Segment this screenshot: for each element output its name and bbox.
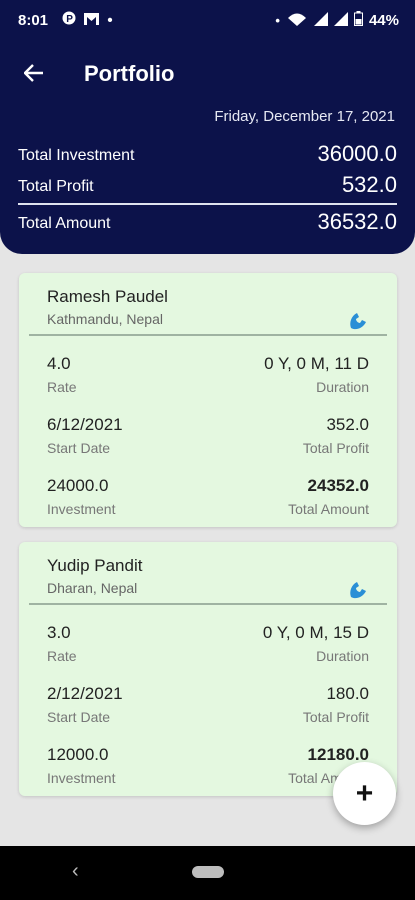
start-date-label: Start Date (47, 440, 111, 456)
system-icons: • 44% (275, 11, 399, 30)
duration-cell: 0 Y, 0 M, 11 D Duration (264, 354, 369, 395)
total-amount-label: Total Amount (18, 215, 111, 232)
investment-label: Investment (47, 770, 116, 786)
top-app-bar: Portfolio (0, 55, 415, 95)
investment-card[interactable]: Ramesh Paudel Kathmandu, Nepal 4.0 Rate … (19, 273, 397, 527)
page-title: Portfolio (84, 61, 175, 86)
nav-home-button[interactable] (192, 866, 224, 878)
rate-label: Rate (47, 379, 77, 395)
start-date-cell: 2/12/2021 Start Date (47, 684, 123, 725)
start-date-cell: 6/12/2021 Start Date (47, 415, 123, 456)
current-date: Friday, December 17, 2021 (214, 108, 395, 125)
total-profit-row: Total Profit 532.0 (18, 170, 397, 200)
duration-label: Duration (316, 379, 369, 395)
total-profit-label: Total Profit (302, 709, 369, 725)
gmail-icon (84, 12, 107, 29)
call-button[interactable] (347, 310, 369, 332)
wifi-icon (286, 12, 308, 30)
total-amount-label: Total Amount (288, 501, 369, 517)
signal-icon (333, 11, 348, 30)
portfolio-header: 8:01 P • • 44% Portfolio Friday, Decembe… (0, 0, 415, 254)
dot-icon: • (275, 13, 280, 28)
back-button[interactable] (20, 59, 48, 87)
total-profit-value: 532.0 (341, 172, 397, 197)
duration-cell: 0 Y, 0 M, 15 D Duration (263, 623, 369, 664)
phone-icon (350, 582, 366, 599)
investment-card[interactable]: Yudip Pandit Dharan, Nepal 3.0 Rate 0 Y,… (19, 542, 397, 796)
duration-label: Duration (316, 648, 369, 664)
investment-cell: 24000.0 Investment (47, 476, 115, 517)
start-date-value: 2/12/2021 (47, 684, 123, 703)
battery-percent: 44% (368, 12, 399, 29)
battery-icon (353, 11, 363, 30)
phone-icon (350, 313, 366, 330)
total-amount-value: 24352.0 (307, 476, 369, 495)
total-profit-cell: 352.0 Total Profit (303, 415, 369, 456)
total-investment-row: Total Investment 36000.0 (18, 139, 397, 169)
total-profit-cell: 180.0 Total Profit (303, 684, 369, 725)
notification-icons: P • (62, 11, 117, 29)
rate-label: Rate (47, 648, 77, 664)
total-investment-label: Total Investment (18, 147, 135, 164)
total-profit-value: 180.0 (326, 684, 369, 703)
investor-name: Yudip Pandit (47, 556, 143, 575)
plus-icon: + (355, 776, 374, 810)
duration-value: 0 Y, 0 M, 15 D (262, 623, 369, 642)
investor-location: Kathmandu, Nepal (47, 311, 163, 327)
investor-location: Dharan, Nepal (47, 580, 138, 596)
investment-cell: 12000.0 Investment (47, 745, 115, 786)
pinterest-icon: P (62, 11, 84, 29)
start-date-value: 6/12/2021 (47, 415, 123, 434)
duration-value: 0 Y, 0 M, 11 D (264, 354, 369, 373)
dot-icon: • (107, 12, 117, 29)
total-amount-value: 36532.0 (317, 209, 397, 234)
add-investment-button[interactable]: + (333, 762, 396, 825)
total-investment-value: 36000.0 (317, 141, 397, 166)
status-bar: 8:01 P • • 44% (0, 0, 415, 42)
signal-icon (313, 11, 328, 30)
rate-value: 3.0 (47, 623, 71, 642)
total-profit-value: 352.0 (326, 415, 369, 434)
rate-cell: 4.0 Rate (47, 354, 77, 395)
call-button[interactable] (347, 579, 369, 601)
investor-name: Ramesh Paudel (47, 287, 168, 306)
status-time: 8:01 (18, 12, 49, 29)
total-profit-label: Total Profit (302, 440, 369, 456)
nav-back-button[interactable]: ‹ (72, 860, 79, 883)
arrow-left-icon (24, 64, 43, 82)
svg-text:P: P (66, 14, 76, 25)
rate-cell: 3.0 Rate (47, 623, 77, 664)
total-amount-row: Total Amount 36532.0 (18, 207, 397, 237)
system-navigation-bar: ‹ (0, 846, 415, 900)
rate-value: 4.0 (47, 354, 71, 373)
card-divider (29, 603, 387, 605)
total-profit-label: Total Profit (18, 178, 94, 195)
start-date-label: Start Date (47, 709, 111, 725)
investment-label: Investment (47, 501, 116, 517)
investment-value: 12000.0 (47, 745, 109, 764)
card-divider (29, 334, 387, 336)
total-amount-cell: 24352.0 Total Amount (288, 476, 369, 517)
investment-value: 24000.0 (47, 476, 109, 495)
summary-divider (18, 203, 397, 205)
